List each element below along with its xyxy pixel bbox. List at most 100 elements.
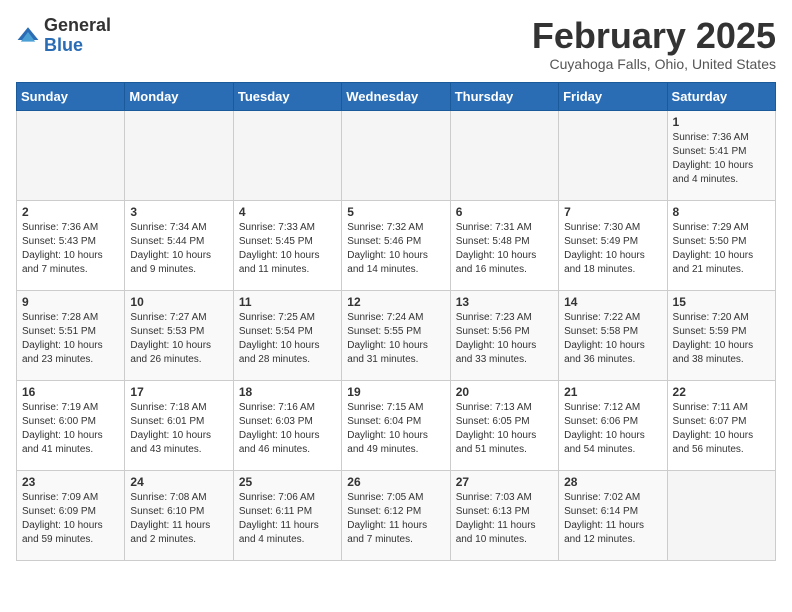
calendar-header-row: SundayMondayTuesdayWednesdayThursdayFrid…: [17, 82, 776, 110]
day-info: Sunrise: 7:32 AMSunset: 5:46 PMDaylight:…: [347, 221, 444, 277]
day-number: 24: [130, 475, 227, 489]
day-info: Sunrise: 7:36 AMSunset: 5:43 PMDaylight:…: [22, 221, 119, 277]
calendar-cell: 14 Sunrise: 7:22 AMSunset: 5:58 PMDayligh…: [559, 290, 667, 380]
calendar-header-sunday: Sunday: [17, 82, 125, 110]
day-number: 14: [564, 295, 661, 309]
day-number: 7: [564, 205, 661, 219]
calendar-cell: 26Sunrise: 7:05 AMSunset: 6:12 PMDayligh…: [342, 470, 450, 560]
calendar-cell: 23 Sunrise: 7:09 AMSunset: 6:09 PMDayligh…: [17, 470, 125, 560]
calendar-cell: 16 Sunrise: 7:19 AMSunset: 6:00 PMDayligh…: [17, 380, 125, 470]
day-info: Sunrise: 7:36 AMSunset: 5:41 PMDaylight:…: [673, 131, 770, 187]
calendar-cell: 1Sunrise: 7:36 AMSunset: 5:41 PMDaylight…: [667, 110, 775, 200]
calendar-cell: [667, 470, 775, 560]
calendar-cell: [559, 110, 667, 200]
calendar-header-thursday: Thursday: [450, 82, 558, 110]
calendar-header-tuesday: Tuesday: [233, 82, 341, 110]
day-number: 23: [22, 475, 119, 489]
day-info: Sunrise: 7:24 AMSunset: 5:55 PMDaylight:…: [347, 311, 444, 367]
calendar-cell: 22 Sunrise: 7:11 AMSunset: 6:07 PMDayligh…: [667, 380, 775, 470]
day-number: 2: [22, 205, 119, 219]
day-info: Sunrise: 7:20 AMSunset: 5:59 PMDaylight:…: [673, 311, 770, 367]
calendar-cell: 8Sunrise: 7:29 AMSunset: 5:50 PMDaylight…: [667, 200, 775, 290]
calendar-cell: 2 Sunrise: 7:36 AMSunset: 5:43 PMDaylight…: [17, 200, 125, 290]
calendar-cell: 15 Sunrise: 7:20 AMSunset: 5:59 PMDayligh…: [667, 290, 775, 380]
day-info: Sunrise: 7:16 AMSunset: 6:03 PMDaylight:…: [239, 401, 336, 457]
calendar-table: SundayMondayTuesdayWednesdayThursdayFrid…: [16, 82, 776, 561]
calendar-week-3: 9 Sunrise: 7:28 AMSunset: 5:51 PMDaylight…: [17, 290, 776, 380]
day-number: 20: [456, 385, 553, 399]
day-number: 10: [130, 295, 227, 309]
calendar-header-saturday: Saturday: [667, 82, 775, 110]
day-info: Sunrise: 7:31 AMSunset: 5:48 PMDaylight:…: [456, 221, 553, 277]
calendar-cell: 9 Sunrise: 7:28 AMSunset: 5:51 PMDaylight…: [17, 290, 125, 380]
day-info: Sunrise: 7:19 AMSunset: 6:00 PMDaylight:…: [22, 401, 119, 457]
calendar-cell: 6 Sunrise: 7:31 AMSunset: 5:48 PMDaylight…: [450, 200, 558, 290]
day-info: Sunrise: 7:27 AMSunset: 5:53 PMDaylight:…: [130, 311, 227, 367]
calendar-week-1: 1Sunrise: 7:36 AMSunset: 5:41 PMDaylight…: [17, 110, 776, 200]
calendar-cell: 11Sunrise: 7:25 AMSunset: 5:54 PMDayligh…: [233, 290, 341, 380]
day-number: 5: [347, 205, 444, 219]
day-info: Sunrise: 7:15 AMSunset: 6:04 PMDaylight:…: [347, 401, 444, 457]
day-number: 9: [22, 295, 119, 309]
day-number: 4: [239, 205, 336, 219]
calendar-cell: 21 Sunrise: 7:12 AMSunset: 6:06 PMDayligh…: [559, 380, 667, 470]
calendar-cell: 10 Sunrise: 7:27 AMSunset: 5:53 PMDayligh…: [125, 290, 233, 380]
calendar-cell: [342, 110, 450, 200]
day-info: Sunrise: 7:02 AMSunset: 6:14 PMDaylight:…: [564, 491, 661, 547]
calendar-cell: [125, 110, 233, 200]
day-info: Sunrise: 7:11 AMSunset: 6:07 PMDaylight:…: [673, 401, 770, 457]
calendar-cell: 17 Sunrise: 7:18 AMSunset: 6:01 PMDayligh…: [125, 380, 233, 470]
day-number: 13: [456, 295, 553, 309]
day-number: 12: [347, 295, 444, 309]
day-info: Sunrise: 7:34 AMSunset: 5:44 PMDaylight:…: [130, 221, 227, 277]
day-number: 16: [22, 385, 119, 399]
calendar-cell: 3 Sunrise: 7:34 AMSunset: 5:44 PMDaylight…: [125, 200, 233, 290]
calendar-cell: 24 Sunrise: 7:08 AMSunset: 6:10 PMDayligh…: [125, 470, 233, 560]
calendar-cell: 7 Sunrise: 7:30 AMSunset: 5:49 PMDaylight…: [559, 200, 667, 290]
day-info: Sunrise: 7:29 AMSunset: 5:50 PMDaylight:…: [673, 221, 770, 277]
calendar-cell: [233, 110, 341, 200]
calendar-cell: 5 Sunrise: 7:32 AMSunset: 5:46 PMDaylight…: [342, 200, 450, 290]
day-number: 18: [239, 385, 336, 399]
day-info: Sunrise: 7:06 AMSunset: 6:11 PMDaylight:…: [239, 491, 336, 547]
day-info: Sunrise: 7:30 AMSunset: 5:49 PMDaylight:…: [564, 221, 661, 277]
calendar-cell: [450, 110, 558, 200]
calendar-cell: 13 Sunrise: 7:23 AMSunset: 5:56 PMDayligh…: [450, 290, 558, 380]
day-number: 28: [564, 475, 661, 489]
day-info: Sunrise: 7:25 AMSunset: 5:54 PMDaylight:…: [239, 311, 336, 367]
day-number: 6: [456, 205, 553, 219]
calendar-cell: 27Sunrise: 7:03 AMSunset: 6:13 PMDayligh…: [450, 470, 558, 560]
logo-text: General Blue: [44, 16, 111, 56]
day-info: Sunrise: 7:03 AMSunset: 6:13 PMDaylight:…: [456, 491, 553, 547]
calendar-cell: 19 Sunrise: 7:15 AMSunset: 6:04 PMDayligh…: [342, 380, 450, 470]
logo: General Blue: [16, 16, 111, 56]
day-info: Sunrise: 7:18 AMSunset: 6:01 PMDaylight:…: [130, 401, 227, 457]
day-info: Sunrise: 7:13 AMSunset: 6:05 PMDaylight:…: [456, 401, 553, 457]
day-info: Sunrise: 7:22 AMSunset: 5:58 PMDaylight:…: [564, 311, 661, 367]
day-info: Sunrise: 7:08 AMSunset: 6:10 PMDaylight:…: [130, 491, 227, 547]
day-number: 19: [347, 385, 444, 399]
day-info: Sunrise: 7:05 AMSunset: 6:12 PMDaylight:…: [347, 491, 444, 547]
day-info: Sunrise: 7:12 AMSunset: 6:06 PMDaylight:…: [564, 401, 661, 457]
calendar-week-5: 23 Sunrise: 7:09 AMSunset: 6:09 PMDayligh…: [17, 470, 776, 560]
month-title: February 2025: [532, 16, 776, 56]
calendar-cell: 18 Sunrise: 7:16 AMSunset: 6:03 PMDayligh…: [233, 380, 341, 470]
calendar-header-monday: Monday: [125, 82, 233, 110]
day-info: Sunrise: 7:09 AMSunset: 6:09 PMDaylight:…: [22, 491, 119, 547]
day-number: 21: [564, 385, 661, 399]
calendar-cell: 20 Sunrise: 7:13 AMSunset: 6:05 PMDayligh…: [450, 380, 558, 470]
calendar-header-friday: Friday: [559, 82, 667, 110]
calendar-cell: 4Sunrise: 7:33 AMSunset: 5:45 PMDaylight…: [233, 200, 341, 290]
calendar-week-2: 2 Sunrise: 7:36 AMSunset: 5:43 PMDaylight…: [17, 200, 776, 290]
day-info: Sunrise: 7:23 AMSunset: 5:56 PMDaylight:…: [456, 311, 553, 367]
logo-blue: Blue: [44, 36, 111, 56]
logo-icon: [16, 24, 40, 48]
calendar-header-wednesday: Wednesday: [342, 82, 450, 110]
day-number: 3: [130, 205, 227, 219]
day-number: 15: [673, 295, 770, 309]
location: Cuyahoga Falls, Ohio, United States: [532, 56, 776, 72]
title-block: February 2025 Cuyahoga Falls, Ohio, Unit…: [532, 16, 776, 72]
day-number: 17: [130, 385, 227, 399]
day-info: Sunrise: 7:28 AMSunset: 5:51 PMDaylight:…: [22, 311, 119, 367]
day-number: 22: [673, 385, 770, 399]
